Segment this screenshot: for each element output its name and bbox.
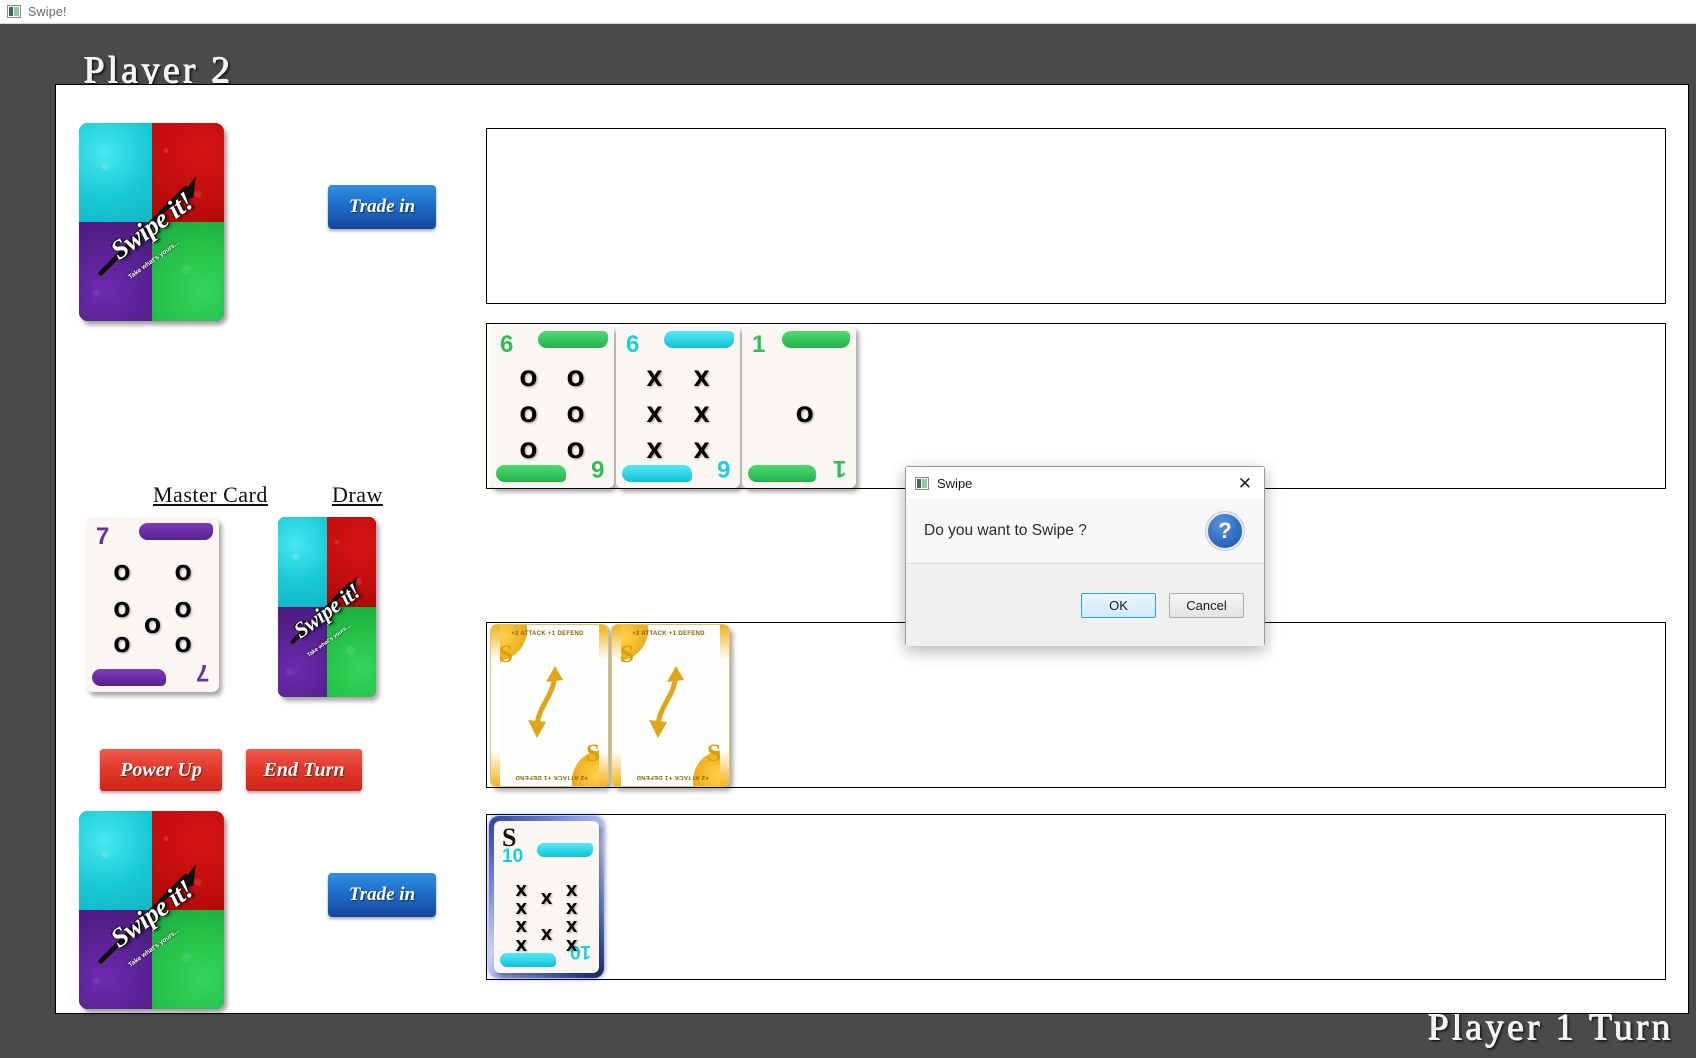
power-card-edge-right <box>720 625 729 786</box>
power-up-button[interactable]: Power Up <box>100 749 222 791</box>
dialog-message: Do you want to Swipe ? <box>924 522 1087 539</box>
board-zone-player-power[interactable]: +2 ATTACK +1 DEFEND +2 ATTACK +1 DEFEND … <box>486 622 1666 788</box>
dialog-title: Swipe <box>937 475 973 491</box>
dialog-button-bar: OK Cancel <box>906 564 1264 646</box>
board-card[interactable]: 6 6 O O O O O O <box>490 325 614 488</box>
board-card[interactable]: 6 6 X X X X X X <box>616 325 740 488</box>
power-card-label-bottom: +2 ATTACK +1 DEFEND <box>515 774 588 780</box>
os-titlebar: Swipe! <box>0 0 1696 24</box>
game-board: Swipe it! Take what's yours... Trade in … <box>55 84 1689 1014</box>
card-pips: O O O O O O <box>519 366 585 463</box>
power-card-s-arrow-icon <box>648 665 684 738</box>
question-mark-icon: ? <box>1206 512 1244 550</box>
trade-in-button-top[interactable]: Trade in <box>328 185 436 229</box>
opponent-deck-card-back[interactable]: Swipe it! Take what's yours... <box>79 123 224 321</box>
power-card-label-top: +2 ATTACK +1 DEFEND <box>511 631 584 637</box>
ok-button[interactable]: OK <box>1081 592 1156 618</box>
master-card[interactable]: 7 7 O O O O O O O <box>86 517 219 692</box>
selected-card-letter: S <box>502 823 517 852</box>
dialog-titlebar[interactable]: Swipe ✕ <box>906 467 1264 499</box>
power-card[interactable]: +2 ATTACK +1 DEFEND +2 ATTACK +1 DEFEND … <box>611 624 730 787</box>
os-window-title: Swipe! <box>28 4 67 19</box>
app-icon <box>7 5 21 18</box>
board-zone-opponent-play[interactable] <box>486 128 1666 304</box>
master-card-pips: O O O O O O O <box>113 561 192 657</box>
selected-card-highlight: S 10 10 X X X X X X X X X X <box>489 816 604 978</box>
cancel-button[interactable]: Cancel <box>1169 592 1244 618</box>
power-card-letter-top: S <box>499 641 513 668</box>
card-pips: X X X X X X <box>646 366 710 463</box>
swipe-confirm-dialog: Swipe ✕ Do you want to Swipe ? ? OK Canc… <box>905 466 1265 646</box>
left-column: Swipe it! Take what's yours... Trade in … <box>56 85 446 1015</box>
power-card-label-top: +2 ATTACK +1 DEFEND <box>632 631 705 637</box>
close-icon[interactable]: ✕ <box>1232 475 1258 492</box>
app-frame: Player 2 Player 1 Turn Swipe it! Take wh… <box>0 24 1696 1058</box>
draw-pile-card-back[interactable]: Swipe it! Take what's yours... <box>278 517 376 697</box>
power-card-letter-bottom: S <box>707 740 721 767</box>
end-turn-button[interactable]: End Turn <box>246 749 362 791</box>
dialog-app-icon <box>915 476 929 490</box>
power-card-edge-right <box>599 625 608 786</box>
power-card-label-bottom: +2 ATTACK +1 DEFEND <box>636 774 709 780</box>
power-card-letter-top: S <box>620 641 634 668</box>
master-card-caption: Master Card <box>153 482 268 507</box>
power-card-letter-bottom: S <box>586 740 600 767</box>
card-pips: O <box>795 402 814 427</box>
trade-in-button-bottom[interactable]: Trade in <box>328 873 436 917</box>
power-card[interactable]: +2 ATTACK +1 DEFEND +2 ATTACK +1 DEFEND … <box>490 624 609 787</box>
draw-caption: Draw <box>332 482 383 507</box>
selected-board-card[interactable]: S 10 10 X X X X X X X X X X <box>494 821 599 973</box>
power-card-s-arrow-icon <box>527 665 563 738</box>
dialog-content: Do you want to Swipe ? ? <box>906 499 1264 564</box>
board-card[interactable]: 1 1 O <box>742 325 856 488</box>
board-zone-opponent-hand[interactable]: 6 6 O O O O O O 6 6 X X X X X X 1 1 O <box>486 323 1666 489</box>
board-zone-player-hand[interactable]: S 10 10 X X X X X X X X X X <box>486 814 1666 980</box>
player-deck-card-back[interactable]: Swipe it! Take what's yours... <box>79 811 224 1009</box>
